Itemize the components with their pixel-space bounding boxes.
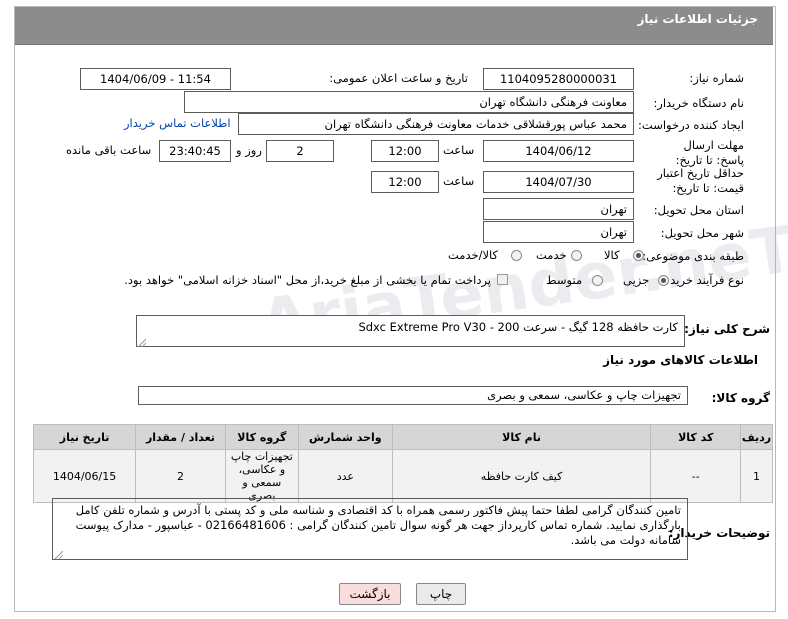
- col-header-qty: تعداد / مقدار: [135, 424, 226, 450]
- category-both-label: کالا/خدمت: [448, 248, 499, 262]
- back-button[interactable]: بازگشت: [339, 583, 401, 605]
- days-field[interactable]: 2: [266, 140, 334, 162]
- process-minor-radio[interactable]: [658, 275, 669, 286]
- category-label: طبقه بندی موضوعی:: [642, 249, 744, 263]
- process-medium-label: متوسط: [546, 273, 583, 287]
- goods-group-label: گروه کالا:: [711, 391, 770, 405]
- price-validity-label: حداقل تاریخ اعتبار قیمت: تا تاریخ:: [657, 166, 744, 195]
- buyer-org-field[interactable]: معاونت فرهنگی دانشگاه تهران: [184, 91, 634, 113]
- deadline-time-field[interactable]: 12:00: [371, 140, 439, 162]
- remaining-time-field[interactable]: 23:40:45: [159, 140, 231, 162]
- process-minor-label: جزیی: [623, 273, 650, 287]
- category-service-radio[interactable]: [571, 250, 582, 261]
- contact-buyer-link[interactable]: اطلاعات تماس خریدار: [124, 116, 231, 130]
- goods-info-title: اطلاعات کالاهای مورد نیاز: [603, 353, 758, 367]
- cell-qty: 2: [135, 449, 226, 503]
- remaining-label: ساعت باقی مانده: [66, 143, 152, 157]
- announce-field[interactable]: 1404/06/09 - 11:54: [80, 68, 231, 90]
- notes-resize-handle-icon[interactable]: [54, 549, 64, 560]
- cell-name: کیف کارت حافظه: [391, 449, 652, 503]
- table-header-row: ردیف کد کالا نام کالا واحد شمارش گروه کا…: [32, 424, 773, 450]
- print-button[interactable]: چاپ: [416, 583, 466, 605]
- cell-row: 1: [740, 449, 773, 503]
- cell-code: --: [650, 449, 742, 503]
- goods-group-field[interactable]: تجهیزات چاپ و عکاسی، سمعی و بصری: [138, 386, 688, 405]
- buyer-org-label: نام دستگاه خریدار:: [653, 96, 744, 110]
- process-medium-radio[interactable]: [592, 275, 603, 286]
- category-both-radio[interactable]: [511, 250, 522, 261]
- city-label: شهر محل تحویل:: [660, 226, 744, 240]
- price-validity-time-field[interactable]: 12:00: [371, 171, 439, 193]
- col-header-name: نام کالا: [391, 424, 652, 450]
- col-header-row: ردیف: [740, 424, 773, 450]
- need-number-label: شماره نیاز:: [689, 71, 744, 85]
- summary-label: شرح کلی نیاز:: [684, 322, 770, 336]
- table-row[interactable]: 1 -- کیف کارت حافظه عدد تجهیزات چاپ و عک…: [32, 449, 773, 503]
- deadline-time-label: ساعت: [443, 143, 475, 157]
- category-goods-radio[interactable]: [633, 250, 644, 261]
- cell-unit: عدد: [297, 449, 393, 503]
- items-table-wrapper: ردیف کد کالا نام کالا واحد شمارش گروه کا…: [32, 424, 773, 503]
- col-header-group: گروه کالا: [224, 424, 299, 450]
- buyer-notes-field[interactable]: تامین کنندگان گرامی لطفا حتما پیش فاکتور…: [52, 498, 688, 560]
- treasury-payment-checkbox[interactable]: [497, 274, 508, 285]
- deadline-label: مهلت ارسال پاسخ: تا تاریخ:: [675, 138, 744, 167]
- price-validity-date-field[interactable]: 1404/07/30: [483, 171, 634, 193]
- col-header-date: تاریخ نیاز: [32, 424, 137, 450]
- price-validity-time-label: ساعت: [443, 174, 475, 188]
- creator-field[interactable]: محمد عباس پورقشلاقی خدمات معاونت فرهنگی …: [238, 113, 634, 135]
- days-label: روز و: [236, 143, 262, 157]
- cell-date: 1404/06/15: [32, 449, 137, 503]
- need-number-field[interactable]: 1104095280000031: [483, 68, 634, 90]
- deadline-date-field[interactable]: 1404/06/12: [483, 140, 634, 162]
- col-header-code: کد کالا: [650, 424, 742, 450]
- creator-label: ایجاد کننده درخواست:: [638, 118, 744, 132]
- resize-handle-icon[interactable]: [137, 337, 147, 348]
- province-field[interactable]: تهران: [483, 198, 634, 220]
- province-label: استان محل تحویل:: [653, 203, 744, 217]
- panel-title: جزئیات اطلاعات نیاز: [637, 12, 758, 26]
- announce-label: تاریخ و ساعت اعلان عمومی:: [329, 71, 468, 85]
- items-table: ردیف کد کالا نام کالا واحد شمارش گروه کا…: [32, 424, 773, 503]
- city-field[interactable]: تهران: [483, 221, 634, 243]
- category-service-label: خدمت: [536, 248, 567, 262]
- category-goods-label: کالا: [604, 248, 620, 262]
- summary-field[interactable]: کارت حافظه 128 گیگ - سرعت Sdxc Extreme P…: [136, 315, 685, 347]
- col-header-unit: واحد شمارش: [297, 424, 393, 450]
- cell-group: تجهیزات چاپ و عکاسی، سمعی و بصری: [224, 449, 299, 503]
- process-label: نوع فرآیند خرید :: [662, 273, 744, 287]
- treasury-payment-note: پرداخت تمام یا بخشی از مبلغ خرید،از محل …: [124, 273, 491, 287]
